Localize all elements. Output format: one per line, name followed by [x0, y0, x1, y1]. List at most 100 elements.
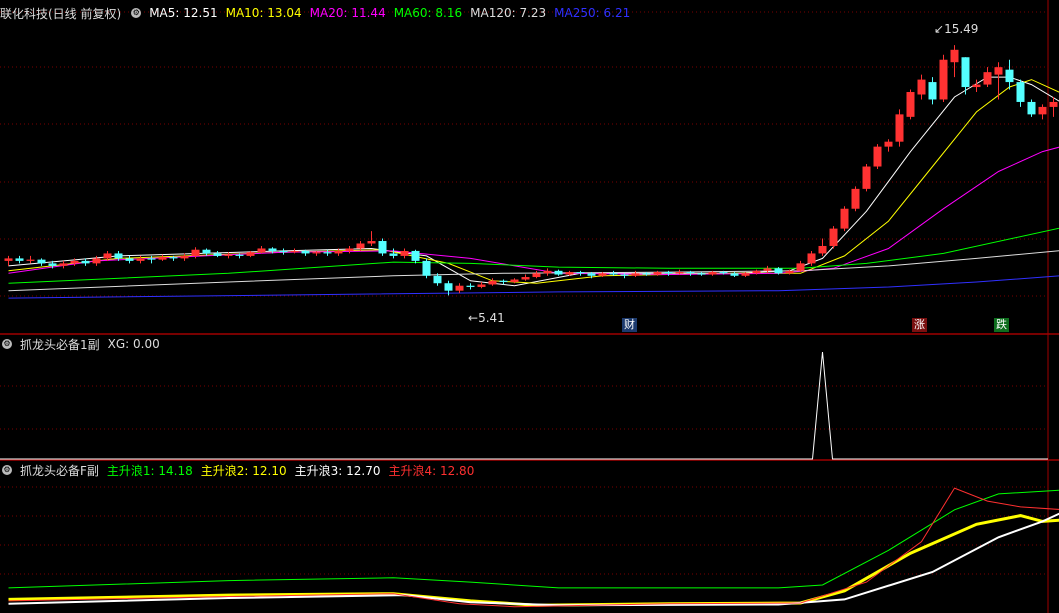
high-price-label: ↙15.49	[934, 22, 979, 36]
wave1-label: 主升浪1: 14.18	[106, 463, 193, 478]
candle-body	[26, 259, 35, 261]
candle-body	[972, 84, 981, 88]
candle-body	[345, 248, 354, 251]
limit-down-tag[interactable]: 跌	[994, 318, 1009, 332]
candle-body	[796, 263, 805, 271]
candle-body	[48, 263, 57, 266]
candle-body	[631, 273, 640, 276]
financial-report-tag[interactable]: 财	[622, 318, 637, 332]
candle-body	[477, 284, 486, 287]
wave4-label: 主升浪4: 12.80	[388, 463, 475, 478]
candle-body	[653, 272, 662, 275]
candle-body	[576, 272, 585, 274]
candle-body	[389, 253, 398, 256]
candle-body	[257, 248, 266, 253]
candle-body	[180, 255, 189, 259]
candle-body	[752, 270, 761, 274]
xg-value: XG: 0.00	[107, 337, 160, 351]
candle-body	[532, 273, 541, 278]
candle-body	[994, 67, 1003, 75]
candle-body	[433, 275, 442, 284]
ma60-label: MA60: 8.16	[393, 6, 463, 20]
candle-body	[664, 272, 673, 274]
candle-body	[939, 59, 948, 100]
wave-line-4	[8, 487, 1059, 608]
settings-toggle-icon[interactable]: ⚙	[131, 8, 142, 18]
candle-body	[1049, 101, 1058, 107]
candle-body	[158, 257, 167, 260]
wave2-label: 主升浪2: 12.10	[200, 463, 287, 478]
candle-body	[279, 250, 288, 253]
ma250-label: MA250: 6.21	[554, 6, 631, 20]
candle-body	[268, 248, 277, 251]
ma10-label: MA10: 13.04	[225, 6, 302, 20]
candle-body	[1027, 101, 1036, 115]
ma-line-ma10	[8, 79, 1059, 284]
candle-body	[499, 280, 508, 282]
sub2-toggle-icon[interactable]: ⚙	[2, 465, 12, 475]
candle-body	[4, 258, 13, 261]
candle-body	[840, 208, 849, 229]
candle-body	[961, 57, 970, 88]
wave-line-1	[8, 489, 1059, 589]
candle-body	[521, 277, 530, 280]
candle-body	[884, 141, 893, 147]
candle-body	[620, 274, 629, 276]
candle-body	[125, 258, 134, 261]
candle-body	[367, 241, 376, 244]
candle-body	[136, 258, 145, 261]
candle-body	[950, 49, 959, 63]
candle-body	[202, 249, 211, 254]
candle-body	[356, 243, 365, 249]
candle-body	[983, 72, 992, 85]
candle-body	[455, 285, 464, 291]
sub1-toggle-icon[interactable]: ⚙	[2, 339, 12, 349]
candle-body	[708, 272, 717, 275]
candle-body	[488, 280, 497, 285]
low-price-value: 5.41	[478, 311, 505, 325]
candle-body	[554, 270, 563, 275]
candle-body	[774, 268, 783, 274]
limit-up-tag[interactable]: 涨	[912, 318, 927, 332]
xg-series-line	[0, 351, 1048, 460]
low-price-label: ←5.41	[468, 311, 505, 325]
candle-body	[895, 114, 904, 142]
candle-body	[1016, 82, 1025, 102]
candle-body	[301, 250, 310, 254]
candle-body	[411, 250, 420, 261]
candle-body	[1038, 106, 1047, 115]
candle-body	[224, 254, 233, 256]
candle-body	[81, 260, 90, 264]
candle-body	[466, 285, 475, 287]
candle-body	[609, 273, 618, 275]
candle-body	[92, 258, 101, 264]
candle-body	[334, 250, 343, 254]
candle-body	[422, 260, 431, 276]
ma120-label: MA120: 7.23	[470, 6, 547, 20]
ma-line-ma5	[8, 76, 1059, 287]
sub1-legend: ⚙ 抓龙头必备1副 XG: 0.00	[0, 336, 160, 352]
candle-body	[565, 272, 574, 275]
chart-canvas	[0, 0, 1059, 613]
candle-body	[587, 273, 596, 276]
candle-body	[543, 270, 552, 274]
candle-body	[15, 258, 24, 261]
candle-body	[785, 270, 794, 274]
candle-body	[906, 92, 915, 117]
main-legend: 联化科技(日线 前复权) ⚙ MA5: 12.51 MA10: 13.04 MA…	[0, 5, 630, 21]
candle-body	[719, 272, 728, 274]
candle-body	[686, 272, 695, 274]
candle-body	[851, 188, 860, 209]
candle-body	[862, 166, 871, 189]
candle-body	[510, 279, 519, 282]
ma-line-ma20	[8, 146, 1059, 276]
candle-body	[59, 263, 68, 266]
candle-body	[312, 252, 321, 254]
candle-body	[37, 259, 46, 264]
candle-body	[730, 273, 739, 276]
candle-body	[873, 146, 882, 167]
candle-body	[191, 249, 200, 256]
candle-body	[70, 260, 79, 264]
candle-body	[400, 250, 409, 256]
candle-body	[147, 258, 156, 260]
